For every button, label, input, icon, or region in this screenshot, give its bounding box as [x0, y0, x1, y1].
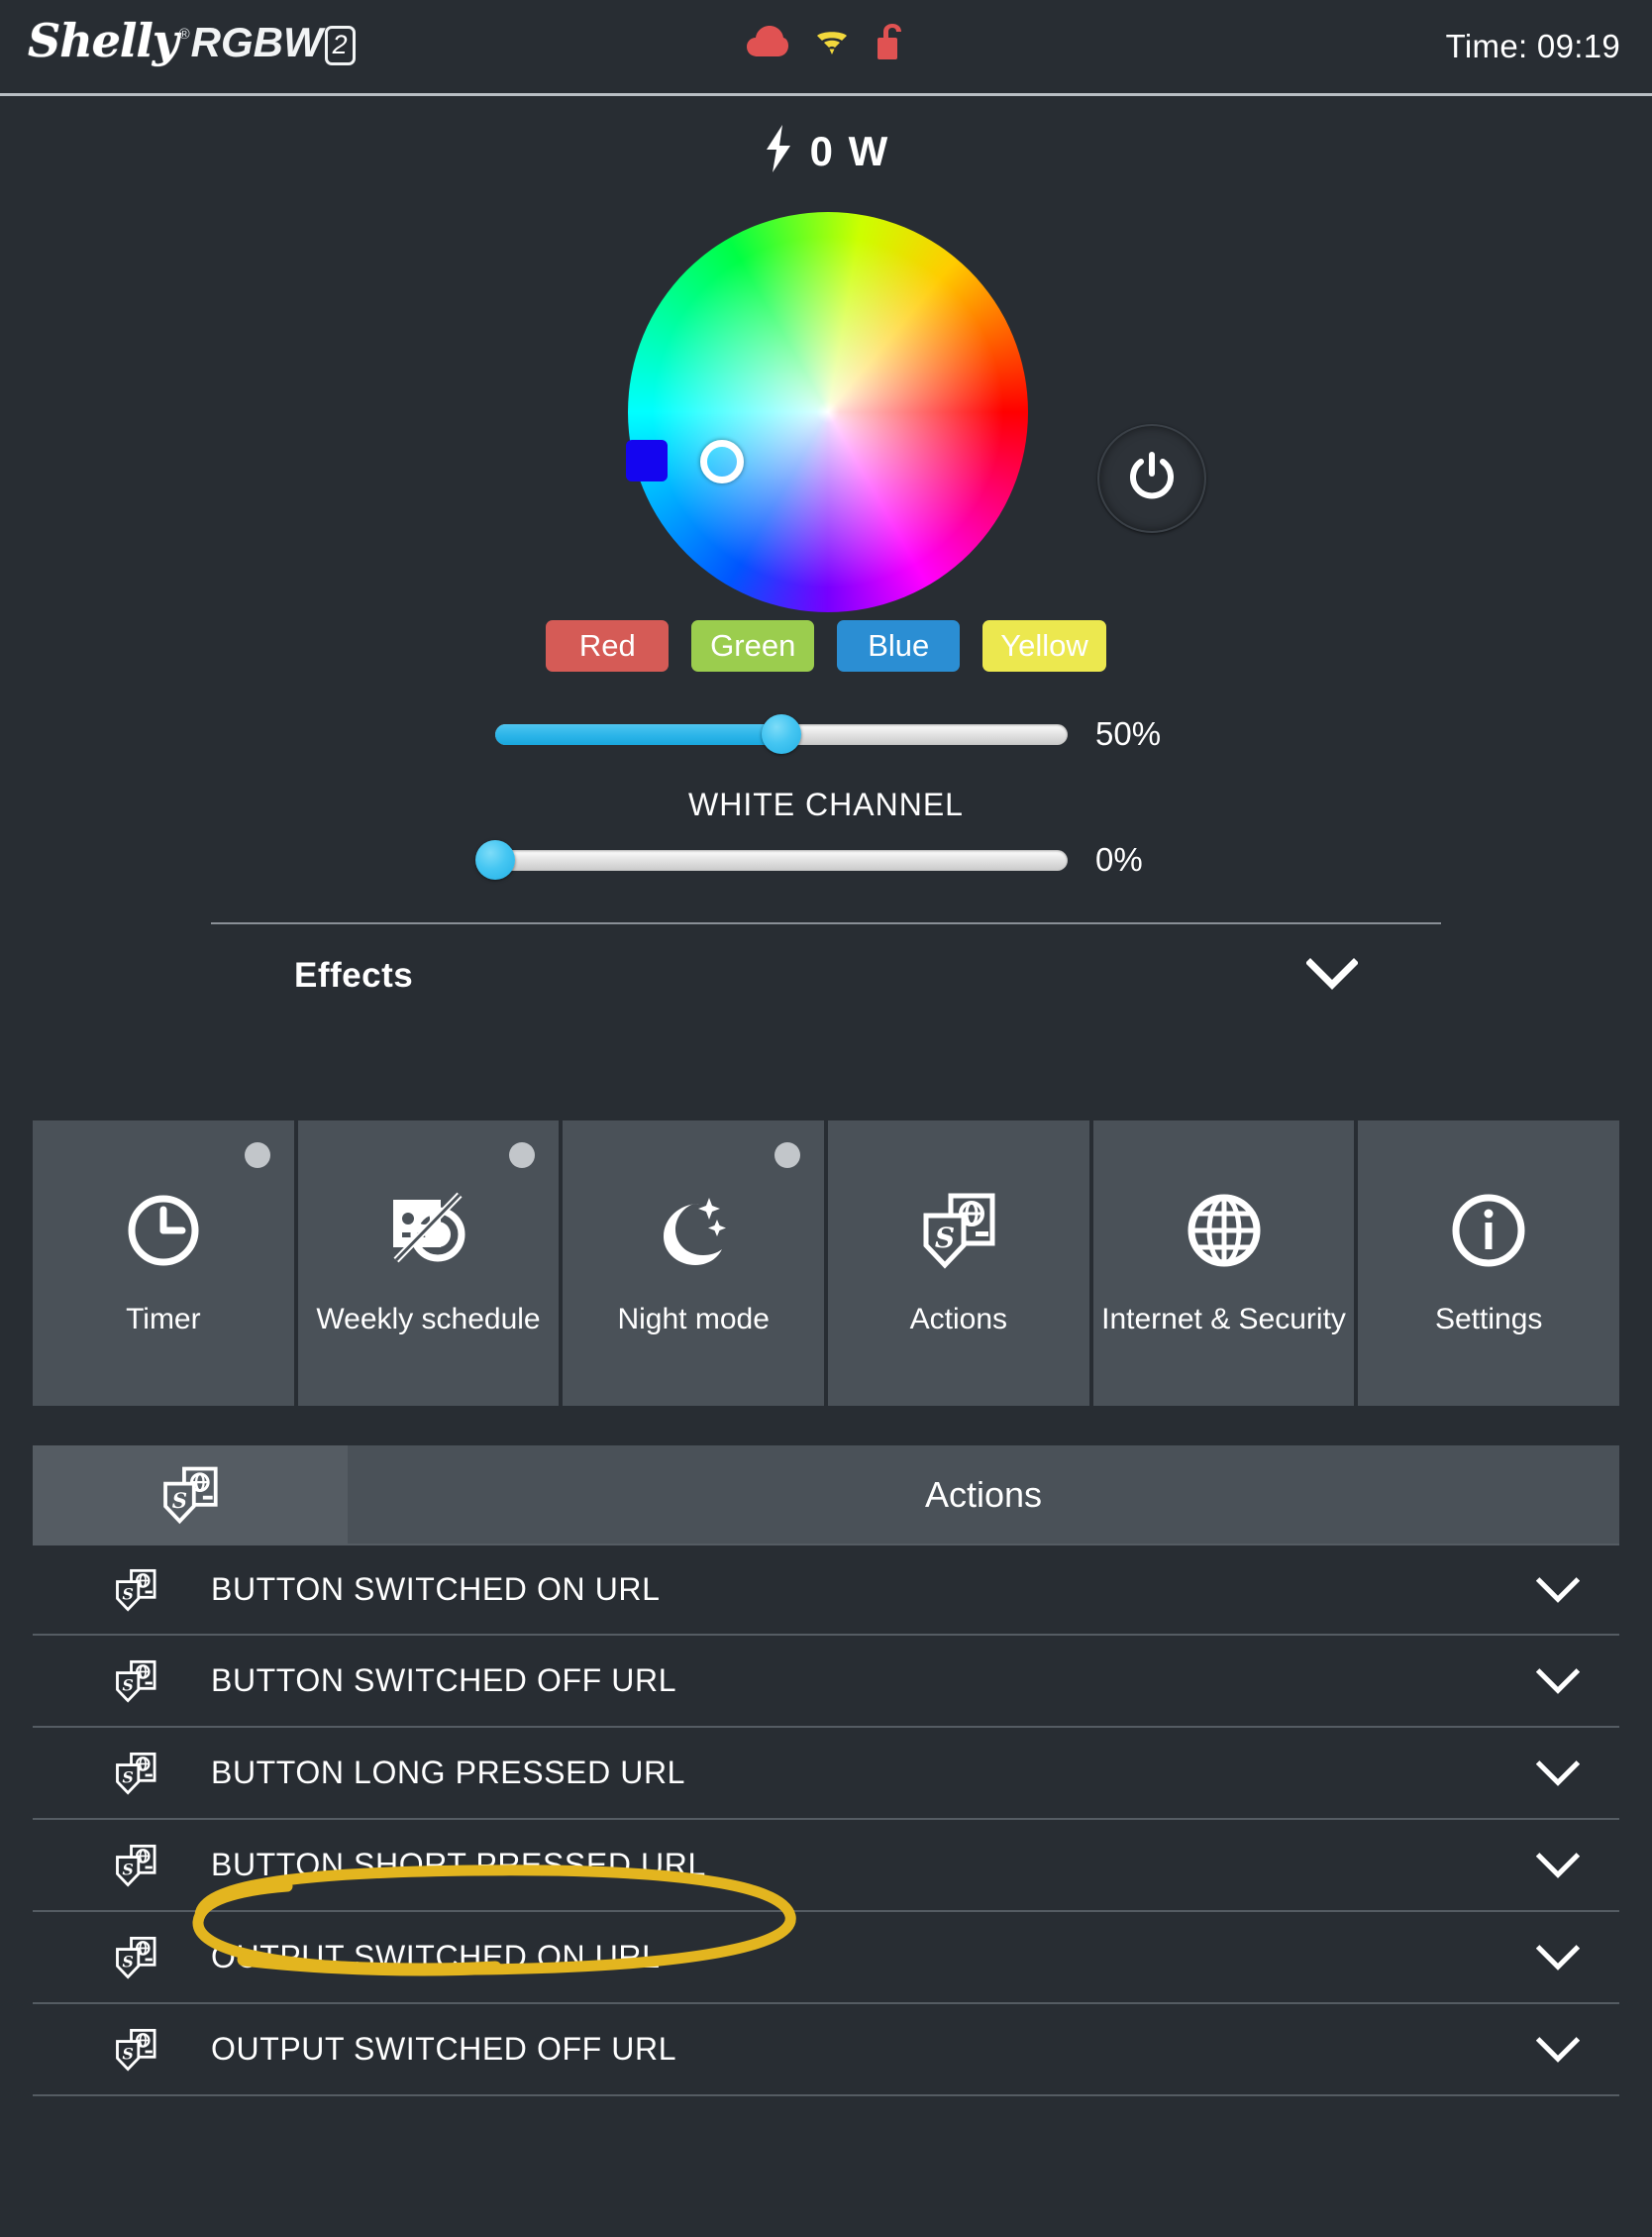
- svg-text:S: S: [122, 1860, 133, 1878]
- svg-text:S: S: [935, 1222, 955, 1254]
- selected-color-swatch: [626, 440, 668, 481]
- actions-list: S BUTTON SWITCHED ON URL S BUTTON SWITCH…: [33, 1544, 1619, 2096]
- effects-label: Effects: [294, 956, 414, 995]
- power-value: 0 W: [809, 127, 890, 174]
- effects-section-toggle[interactable]: Effects: [211, 924, 1441, 1027]
- action-row[interactable]: S OUTPUT SWITCHED OFF URL: [33, 2004, 1619, 2096]
- tile-status-dot: [509, 1142, 536, 1168]
- moon-stars-icon: [652, 1183, 735, 1278]
- action-label: BUTTON LONG PRESSED URL: [211, 1755, 686, 1790]
- chevron-down-icon[interactable]: [1536, 1852, 1580, 1879]
- white-channel-value: 0%: [1095, 841, 1143, 878]
- power-toggle-button[interactable]: [1097, 424, 1206, 533]
- lightning-bolt-icon: [763, 124, 794, 178]
- actions-icon: S: [108, 1567, 163, 1613]
- wifi-icon[interactable]: [815, 27, 849, 61]
- app-header: Shelly ® RGBW 2 Time: 09:19: [0, 0, 1652, 96]
- action-label: BUTTON SWITCHED OFF URL: [211, 1662, 677, 1698]
- brand-logo: Shelly ® RGBW 2: [28, 14, 356, 68]
- header-status-icons: [746, 22, 906, 66]
- tile-timer[interactable]: Timer: [33, 1120, 294, 1406]
- chevron-down-icon[interactable]: [1536, 1759, 1580, 1787]
- power-icon: [1125, 450, 1179, 508]
- device-model: RGBW: [190, 19, 323, 65]
- registered-mark: ®: [178, 26, 190, 43]
- feature-tiles: Timer Weekly schedule Night mode S Actio…: [33, 1120, 1620, 1406]
- svg-text:S: S: [122, 1584, 133, 1603]
- preset-yellow-button[interactable]: Yellow: [982, 620, 1106, 672]
- actions-icon[interactable]: S: [33, 1445, 348, 1544]
- preset-blue-button[interactable]: Blue: [837, 620, 961, 672]
- color-wheel-cursor[interactable]: [700, 440, 744, 483]
- cloud-icon[interactable]: [746, 25, 789, 63]
- tile-weekly-schedule[interactable]: Weekly schedule: [297, 1120, 560, 1406]
- brightness-slider-row: 50%: [0, 714, 1652, 754]
- preset-red-button[interactable]: Red: [546, 620, 670, 672]
- tile-actions[interactable]: S Actions: [828, 1120, 1089, 1406]
- tile-label: Timer: [126, 1303, 201, 1336]
- brightness-slider[interactable]: [495, 714, 1068, 754]
- globe-icon: [1185, 1183, 1264, 1278]
- white-channel-slider-row: 0%: [0, 840, 1652, 880]
- tile-label: Internet & Security: [1101, 1303, 1346, 1336]
- actions-icon: S: [108, 1751, 163, 1796]
- actions-icon: S: [108, 1935, 163, 1980]
- svg-text:S: S: [172, 1487, 187, 1512]
- action-row[interactable]: S BUTTON SHORT PRESSED URL: [33, 1820, 1619, 1912]
- svg-text:S: S: [122, 1952, 133, 1971]
- tile-internet-security[interactable]: Internet & Security: [1092, 1120, 1355, 1406]
- brightness-value: 50%: [1095, 715, 1162, 752]
- actions-section-header: S Actions: [33, 1445, 1619, 1544]
- chevron-down-icon[interactable]: [1305, 957, 1359, 995]
- preset-green-button[interactable]: Green: [691, 620, 815, 672]
- calendar-disabled-icon: [388, 1183, 469, 1278]
- action-label: OUTPUT SWITCHED ON URL: [211, 1939, 661, 1974]
- brand-name: Shelly: [28, 14, 179, 67]
- action-row-highlighted[interactable]: S BUTTON LONG PRESSED URL: [33, 1728, 1619, 1820]
- actions-icon: S: [108, 2027, 163, 2073]
- device-model-suffix: 2: [324, 26, 356, 65]
- section-title: Actions: [924, 1473, 1043, 1515]
- clock-icon: [126, 1183, 201, 1278]
- actions-icon: S: [108, 1658, 163, 1704]
- color-picker-area: [0, 190, 1652, 616]
- tile-label: Actions: [909, 1303, 1008, 1336]
- lock-open-icon[interactable]: [875, 22, 906, 66]
- brightness-slider-knob[interactable]: [762, 714, 801, 754]
- chevron-down-icon[interactable]: [1536, 2036, 1580, 2064]
- tile-status-dot: [774, 1142, 801, 1168]
- info-circle-icon: [1450, 1183, 1527, 1278]
- tile-night-mode[interactable]: Night mode: [563, 1120, 825, 1406]
- current-time: Time: 09:19: [1445, 28, 1620, 64]
- white-channel-label: WHITE CHANNEL: [688, 787, 964, 822]
- svg-text:S: S: [122, 1675, 133, 1694]
- chevron-down-icon[interactable]: [1536, 1667, 1580, 1695]
- svg-text:S: S: [122, 1767, 133, 1786]
- action-label: OUTPUT SWITCHED OFF URL: [211, 2031, 677, 2067]
- color-preset-buttons: Red Green Blue Yellow: [0, 620, 1652, 672]
- chevron-down-icon[interactable]: [1536, 1944, 1580, 1971]
- tile-status-dot: [244, 1142, 270, 1168]
- tile-label: Night mode: [617, 1303, 770, 1336]
- action-row[interactable]: S BUTTON SWITCHED ON URL: [33, 1544, 1619, 1636]
- color-wheel[interactable]: [628, 212, 1028, 612]
- white-channel-slider-knob[interactable]: [475, 840, 515, 880]
- tile-settings[interactable]: Settings: [1358, 1120, 1620, 1406]
- actions-icon: S: [108, 1843, 163, 1888]
- action-label: BUTTON SWITCHED ON URL: [211, 1571, 661, 1607]
- actions-icon: S: [918, 1183, 999, 1278]
- tile-label: Weekly schedule: [316, 1303, 541, 1336]
- action-row[interactable]: S BUTTON SWITCHED OFF URL: [33, 1636, 1619, 1728]
- tile-label: Settings: [1434, 1303, 1543, 1336]
- svg-text:S: S: [122, 2044, 133, 2063]
- white-channel-slider[interactable]: [475, 840, 1068, 880]
- action-row[interactable]: S OUTPUT SWITCHED ON URL: [33, 1912, 1619, 2004]
- action-label: BUTTON SHORT PRESSED URL: [211, 1847, 706, 1882]
- power-consumption: 0 W: [0, 124, 1652, 178]
- chevron-down-icon[interactable]: [1536, 1576, 1580, 1604]
